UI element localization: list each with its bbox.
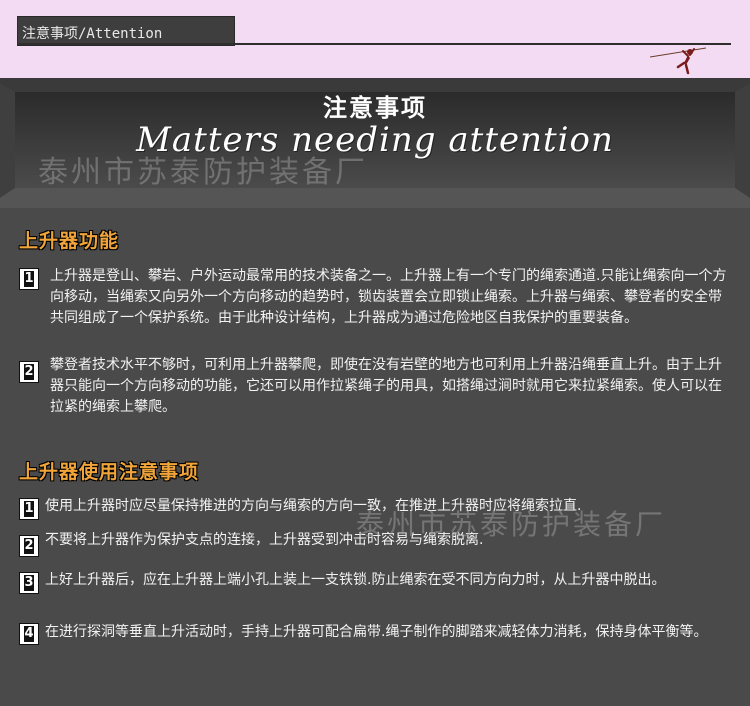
watermark-body: 泰州市苏泰防护装备厂 xyxy=(356,508,667,541)
item-number-badge: 4 xyxy=(19,623,39,645)
function-item-1: 上升器是登山、攀岩、户外运动最常用的技术装备之一。上升器上有一个专门的绳索通道.… xyxy=(50,268,727,326)
precaution-item-3: 上好上升器后，应在上升器上端小孔上装上一支铁锁.防止绳索在受不同方向力时，从上升… xyxy=(45,572,666,588)
item-number-badge: 2 xyxy=(19,361,39,383)
header-title-box: 注意事项/Attention xyxy=(17,16,235,46)
section-heading-function: 上升器功能 xyxy=(19,230,120,252)
section-heading-precautions: 上升器使用注意事项 xyxy=(19,461,200,483)
header-title: 注意事项/Attention xyxy=(22,26,163,42)
page-header: 注意事项/Attention xyxy=(0,0,750,78)
item-number-badge: 1 xyxy=(19,498,39,520)
watermark-banner: 泰州市苏泰防护装备厂 xyxy=(38,155,368,190)
item-number-badge: 3 xyxy=(19,572,39,594)
banner-title-cn: 注意事项 xyxy=(323,94,427,122)
precaution-item-4: 在进行探洞等垂直上升活动时，手持上升器可配合扁带.绳子制作的脚踏来减轻体力消耗，… xyxy=(45,624,708,640)
header-divider xyxy=(17,43,731,45)
item-number-badge: 1 xyxy=(19,268,39,290)
climber-icon xyxy=(650,47,706,75)
item-number-badge: 2 xyxy=(19,535,39,557)
function-item-2: 攀登者技术水平不够时，可利用上升器攀爬，即使在没有岩壁的地方也可利用上升器沿绳垂… xyxy=(50,357,722,415)
